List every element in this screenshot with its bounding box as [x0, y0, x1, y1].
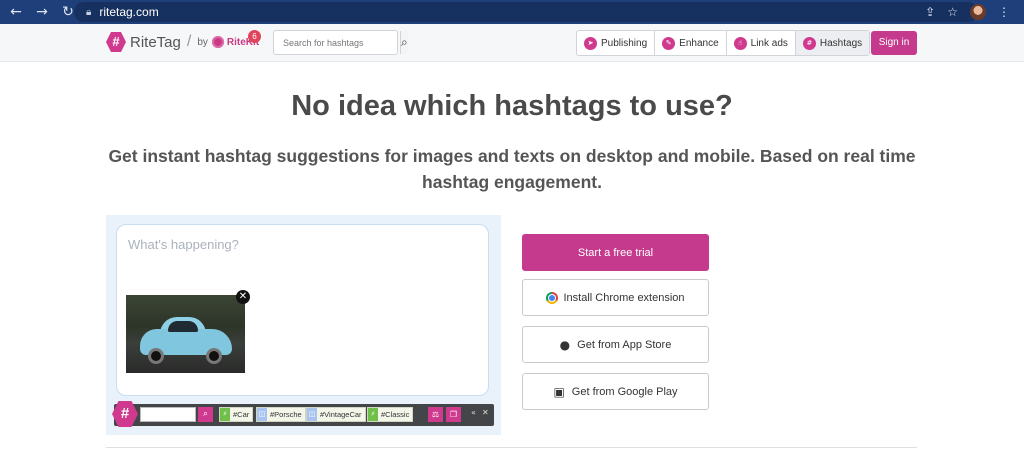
nav-tab-publishing[interactable]: ➤ Publishing [577, 31, 656, 55]
hashtag-search-input[interactable] [274, 31, 400, 54]
page-subtitle: Get instant hashtag suggestions for imag… [108, 146, 916, 192]
page-title: No idea which hashtags to use? [291, 90, 733, 122]
hashtag-chip-label: #Classic [381, 410, 410, 419]
remove-image-icon[interactable]: ✕ [236, 290, 250, 304]
ritekit-flower-icon [211, 36, 224, 48]
nav-tab-label: Publishing [601, 37, 648, 49]
search-icon[interactable]: ⌕ [400, 31, 408, 54]
address-bar[interactable]: 🔒︎ ritetag.com [74, 2, 978, 22]
browser-toolbar: ← → ↻ 🔒︎ ritetag.com ⇪ ☆ ⋮ [0, 0, 1024, 24]
nav-tab-label: Link ads [750, 37, 788, 49]
hashtag-chip[interactable]: ⚡ #Car [219, 407, 254, 422]
share-icon[interactable]: ⇪ [925, 5, 935, 19]
section-divider [106, 447, 917, 448]
app-store-button[interactable]: ● Get from App Store [522, 326, 709, 363]
copy-icon[interactable]: ❐ [446, 407, 461, 422]
toolbar-search-input[interactable] [140, 407, 196, 422]
hashtag-chip-label: #Car [233, 410, 250, 419]
hashtag-icon: # [802, 36, 816, 50]
ritetag-logo[interactable]: # RiteTag / by RiteKit [106, 32, 259, 52]
menu-dots-icon[interactable]: ⋮ [998, 5, 1010, 19]
trending-icon: ⚡ [220, 408, 230, 421]
wand-icon: ✎ [662, 36, 676, 50]
hashtag-chip-label: #Porsche [270, 410, 302, 419]
product-nav: ➤ Publishing ✎ Enhance ☝ Link ads # Hash… [576, 30, 871, 56]
collapse-icon[interactable]: « [471, 408, 476, 417]
start-trial-button[interactable]: Start a free trial [522, 234, 709, 271]
rear-wheel-shape [206, 348, 222, 364]
compose-placeholder: What's happening? [128, 237, 239, 252]
notification-badge[interactable]: 6 [248, 30, 261, 43]
car-image [126, 295, 245, 373]
forward-icon[interactable]: → [32, 2, 52, 22]
nav-tab-enhance[interactable]: ✎ Enhance [655, 31, 727, 55]
hashtag-chip[interactable]: ◫ #Porsche [256, 407, 306, 422]
profile-avatar[interactable] [970, 4, 986, 20]
app-store-label: Get from App Store [577, 338, 672, 351]
trending-icon: ⚡ [368, 408, 378, 421]
google-play-label: Get from Google Play [571, 385, 678, 398]
hashtag-chip[interactable]: ⚡ #Classic [367, 407, 414, 422]
nav-tab-label: Enhance [679, 37, 719, 49]
car-window-shape [168, 321, 198, 332]
close-toolbar-icon[interactable]: ✕ [482, 408, 489, 417]
url-text: ritetag.com [99, 5, 159, 19]
neutral-icon: ◫ [257, 408, 267, 421]
install-chrome-label: Install Chrome extension [563, 291, 685, 304]
android-logo-icon: ▣ [553, 384, 565, 399]
paper-plane-icon: ➤ [584, 36, 597, 50]
bookmark-star-icon[interactable]: ☆ [947, 5, 958, 19]
start-trial-label: Start a free trial [577, 246, 654, 259]
chrome-logo-icon [546, 291, 559, 304]
logo-divider: / [186, 33, 192, 50]
apple-logo-icon: ● [559, 337, 571, 352]
by-text: by [197, 36, 208, 48]
back-icon[interactable]: ← [6, 2, 26, 22]
google-play-button[interactable]: ▣ Get from Google Play [522, 373, 709, 410]
neutral-icon: ◫ [307, 408, 317, 421]
nav-tab-link-ads[interactable]: ☝ Link ads [727, 31, 796, 55]
pointer-hand-icon: ☝ [733, 36, 747, 50]
toolbar-search-icon[interactable]: ⌕ [198, 407, 213, 422]
hashtag-chip[interactable]: ◫ #VintageCar [306, 407, 366, 422]
nav-tab-hashtags[interactable]: # Hashtags [795, 31, 870, 55]
sign-in-button[interactable]: Sign in [871, 31, 917, 55]
front-wheel-shape [148, 348, 164, 364]
hashtag-chip-label: #VintageCar [320, 410, 362, 419]
balance-icon[interactable]: ⚖ [428, 407, 443, 422]
nav-tab-label: Hashtags [819, 37, 863, 49]
lock-icon: 🔒︎ [86, 6, 92, 18]
install-chrome-button[interactable]: Install Chrome extension [522, 279, 709, 316]
logo-text: RiteTag [130, 33, 181, 51]
hashtag-logo-icon: # [106, 32, 126, 52]
hashtag-search: ⌕ [273, 30, 408, 55]
